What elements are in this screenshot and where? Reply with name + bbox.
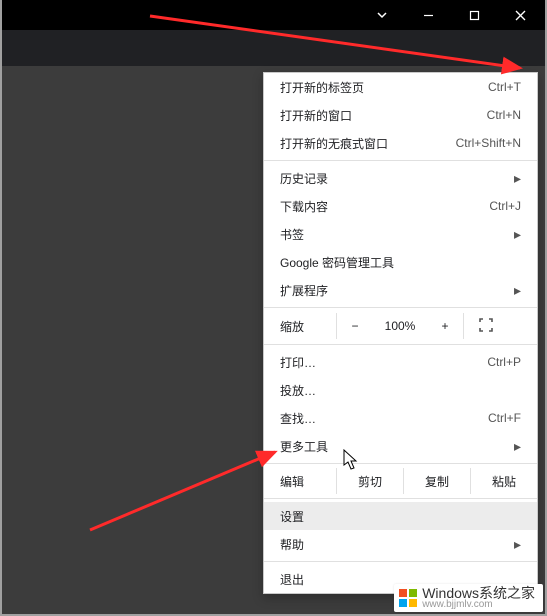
chevron-right-icon: ▸ xyxy=(514,227,521,241)
menu-label: 打开新的无痕式窗口 xyxy=(280,135,388,152)
menu-separator xyxy=(264,160,537,161)
menu-history[interactable]: 历史记录 ▸ xyxy=(264,164,537,192)
windows-logo-icon xyxy=(398,588,418,608)
tab-dropdown-button[interactable] xyxy=(359,0,405,30)
cursor-icon xyxy=(343,449,359,471)
menu-extensions[interactable]: 扩展程序 ▸ xyxy=(264,276,537,304)
menu-label: 打印… xyxy=(280,354,316,371)
menu-password-manager[interactable]: Google 密码管理工具 xyxy=(264,248,537,276)
menu-label: 更多工具 xyxy=(280,438,328,455)
chevron-right-icon: ▸ xyxy=(514,283,521,297)
zoom-in-button[interactable]: + xyxy=(427,319,463,333)
menu-label: 编辑 xyxy=(264,473,336,490)
chevron-right-icon: ▸ xyxy=(514,537,521,551)
zoom-out-button[interactable]: − xyxy=(337,319,373,333)
menu-edit-row: 编辑 剪切 复制 粘贴 xyxy=(264,467,537,495)
edit-cut-button[interactable]: 剪切 xyxy=(337,473,403,490)
menu-print[interactable]: 打印… Ctrl+P xyxy=(264,348,537,376)
menu-label: 查找… xyxy=(280,410,316,427)
maximize-button[interactable] xyxy=(451,0,497,30)
menu-separator xyxy=(264,463,537,464)
edit-paste-button[interactable]: 粘贴 xyxy=(471,473,537,490)
menu-label: Google 密码管理工具 xyxy=(280,254,394,271)
fullscreen-button[interactable] xyxy=(464,318,508,335)
menu-new-incognito[interactable]: 打开新的无痕式窗口 Ctrl+Shift+N xyxy=(264,129,537,157)
menu-shortcut: Ctrl+Shift+N xyxy=(456,136,521,150)
menu-label: 设置 xyxy=(280,508,304,525)
menu-label: 下载内容 xyxy=(280,198,328,215)
menu-more-tools[interactable]: 更多工具 ▸ xyxy=(264,432,537,460)
window-titlebar xyxy=(0,0,547,30)
menu-help[interactable]: 帮助 ▸ xyxy=(264,530,537,558)
menu-bookmarks[interactable]: 书签 ▸ xyxy=(264,220,537,248)
menu-shortcut: Ctrl+P xyxy=(487,355,521,369)
menu-find[interactable]: 查找… Ctrl+F xyxy=(264,404,537,432)
menu-settings[interactable]: 设置 xyxy=(264,502,537,530)
menu-shortcut: Ctrl+J xyxy=(489,199,521,213)
menu-shortcut: Ctrl+F xyxy=(488,411,521,425)
menu-label: 打开新的标签页 xyxy=(280,79,364,96)
edit-copy-button[interactable]: 复制 xyxy=(404,473,470,490)
zoom-level-value: 100% xyxy=(373,319,427,333)
menu-downloads[interactable]: 下载内容 Ctrl+J xyxy=(264,192,537,220)
menu-label: 打开新的窗口 xyxy=(280,107,352,124)
menu-separator xyxy=(264,344,537,345)
watermark-title: Windows系统之家 xyxy=(422,586,535,600)
menu-new-window[interactable]: 打开新的窗口 Ctrl+N xyxy=(264,101,537,129)
menu-separator xyxy=(264,561,537,562)
menu-label: 缩放 xyxy=(264,318,336,335)
minimize-button[interactable] xyxy=(405,0,451,30)
menu-label: 扩展程序 xyxy=(280,282,328,299)
chrome-main-menu: 打开新的标签页 Ctrl+T 打开新的窗口 Ctrl+N 打开新的无痕式窗口 C… xyxy=(263,72,538,594)
close-button[interactable] xyxy=(497,0,543,30)
watermark: Windows系统之家 www.bjjmlv.com xyxy=(394,584,543,612)
menu-label: 帮助 xyxy=(280,536,304,553)
menu-label: 书签 xyxy=(280,226,304,243)
tabstrip xyxy=(0,30,547,66)
watermark-url: www.bjjmlv.com xyxy=(422,600,535,610)
menu-label: 退出 xyxy=(280,571,304,588)
menu-separator xyxy=(264,307,537,308)
menu-separator xyxy=(264,498,537,499)
chevron-right-icon: ▸ xyxy=(514,171,521,185)
menu-zoom-row: 缩放 − 100% + xyxy=(264,311,537,341)
menu-cast[interactable]: 投放… xyxy=(264,376,537,404)
menu-new-tab[interactable]: 打开新的标签页 Ctrl+T xyxy=(264,73,537,101)
menu-label: 投放… xyxy=(280,382,316,399)
menu-label: 历史记录 xyxy=(280,170,328,187)
chevron-right-icon: ▸ xyxy=(514,439,521,453)
menu-shortcut: Ctrl+N xyxy=(487,108,521,122)
menu-shortcut: Ctrl+T xyxy=(488,80,521,94)
